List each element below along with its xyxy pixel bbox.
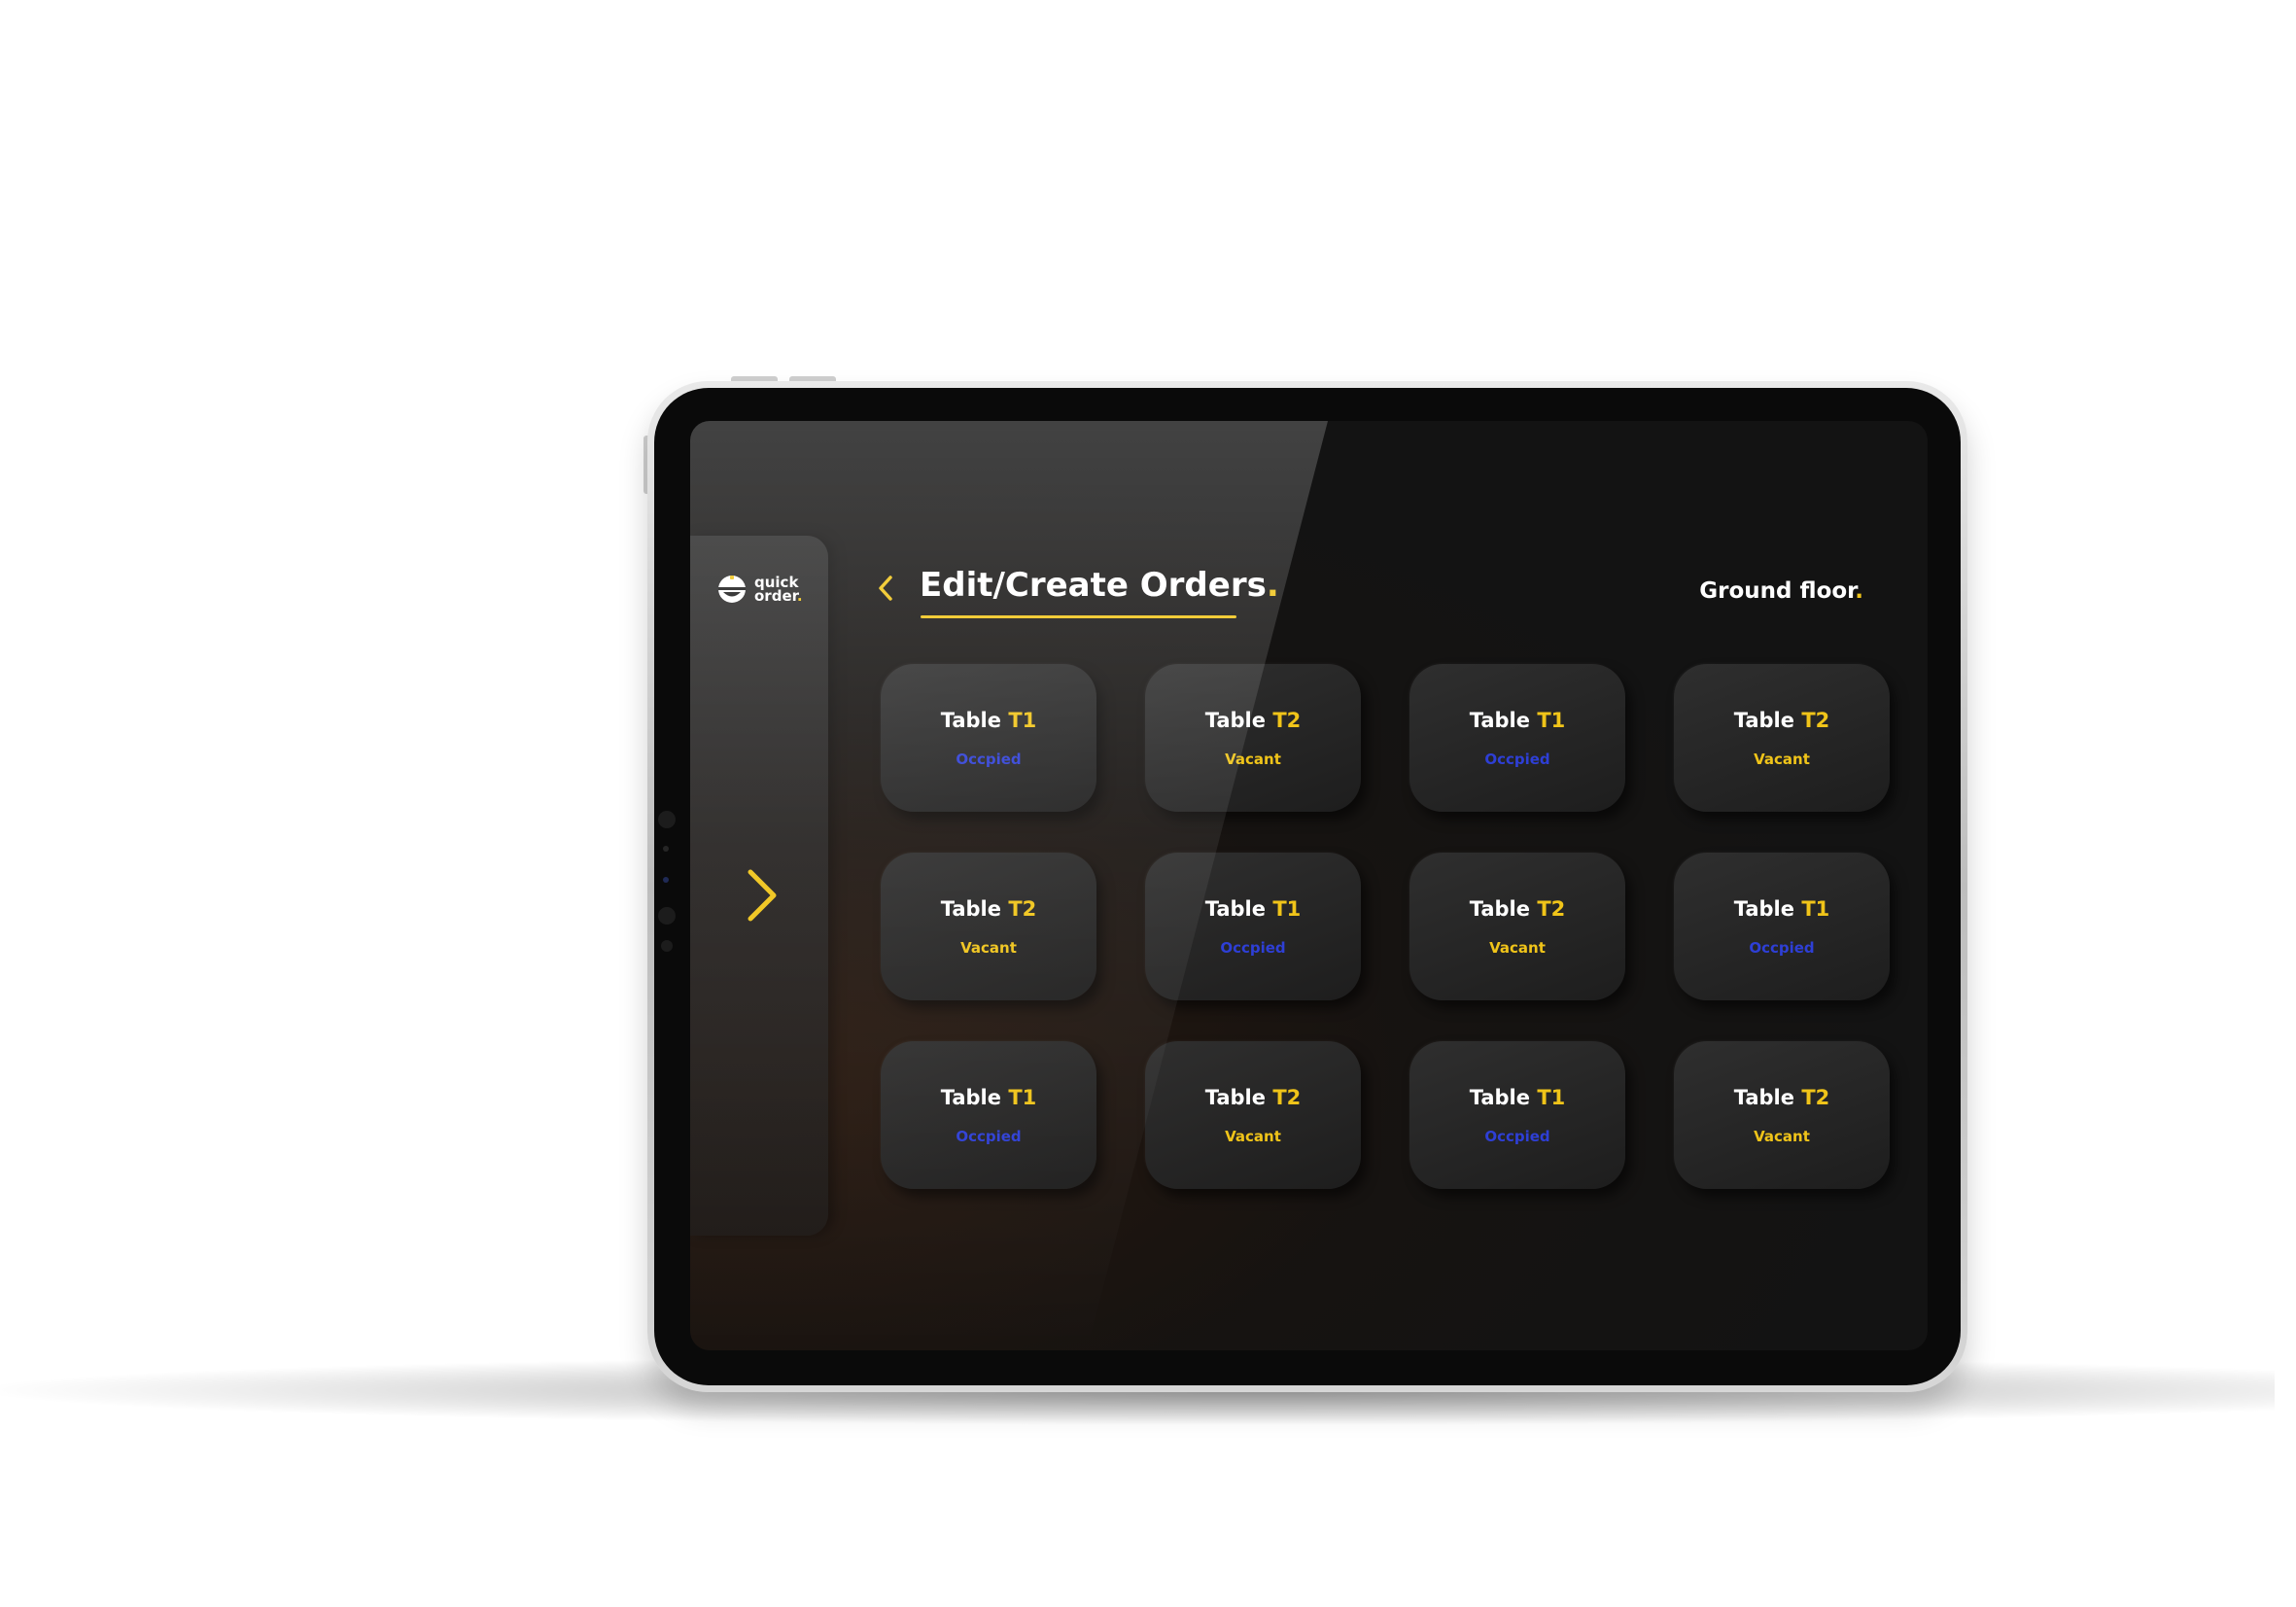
table-status: Occpied bbox=[1484, 1128, 1550, 1145]
table-card[interactable]: Table T2 Vacant bbox=[1674, 664, 1890, 812]
floor-label-text: Ground floor bbox=[1699, 578, 1856, 604]
table-name: Table T1 bbox=[1470, 1085, 1566, 1110]
sensor-icon bbox=[658, 907, 676, 925]
table-label: Table bbox=[1469, 1086, 1538, 1109]
title-underline bbox=[921, 615, 1236, 618]
table-status: Occpied bbox=[1220, 939, 1286, 957]
table-code: T2 bbox=[1801, 1086, 1830, 1109]
quick-order-logo: quick order. bbox=[717, 575, 803, 604]
logo-icon bbox=[718, 576, 746, 603]
table-code: T2 bbox=[1537, 897, 1566, 921]
table-label: Table bbox=[940, 709, 1009, 732]
table-status: Vacant bbox=[1754, 1128, 1810, 1145]
table-name: Table T1 bbox=[941, 1085, 1037, 1110]
sidebar-expand-button[interactable] bbox=[741, 866, 780, 925]
logo-dot: . bbox=[796, 587, 803, 605]
table-card[interactable]: Table T1 Occpied bbox=[1409, 664, 1625, 812]
table-card[interactable]: Table T2 Vacant bbox=[1674, 1041, 1890, 1189]
table-label: Table bbox=[1204, 897, 1273, 921]
table-label: Table bbox=[1469, 709, 1538, 732]
table-card[interactable]: Table T2 Vacant bbox=[1409, 853, 1625, 1000]
sensor-icon bbox=[663, 877, 669, 883]
table-code: T2 bbox=[1008, 897, 1037, 921]
table-status: Occpied bbox=[1749, 939, 1815, 957]
table-card[interactable]: Table T1 Occpied bbox=[881, 1041, 1096, 1189]
table-name: Table T2 bbox=[941, 896, 1037, 922]
table-code: T1 bbox=[1272, 897, 1302, 921]
table-code: T1 bbox=[1537, 709, 1566, 732]
page-title: Edit/Create Orders. bbox=[920, 565, 1279, 606]
table-name: Table T2 bbox=[1205, 708, 1302, 733]
table-name: Table T1 bbox=[1470, 708, 1566, 733]
back-button[interactable] bbox=[873, 572, 898, 605]
table-card[interactable]: Table T2 Vacant bbox=[1145, 1041, 1361, 1189]
table-label: Table bbox=[1204, 1086, 1273, 1109]
table-status: Vacant bbox=[1754, 751, 1810, 768]
table-name: Table T1 bbox=[1205, 896, 1302, 922]
table-label: Table bbox=[1733, 1086, 1802, 1109]
table-code: T1 bbox=[1801, 897, 1830, 921]
table-code: T1 bbox=[1008, 709, 1037, 732]
floor-dot: . bbox=[1855, 578, 1863, 604]
table-name: Table T2 bbox=[1734, 1085, 1830, 1110]
table-status: Vacant bbox=[1489, 939, 1546, 957]
tables-grid: Table T1 Occpied Table T2 Vacant Table T1 Occ… bbox=[881, 664, 1890, 1189]
table-card[interactable]: Table T1 Occpied bbox=[1674, 853, 1890, 1000]
table-status: Occpied bbox=[1484, 751, 1550, 768]
table-name: Table T2 bbox=[1470, 896, 1566, 922]
table-code: T2 bbox=[1272, 1086, 1302, 1109]
table-name: Table T2 bbox=[1205, 1085, 1302, 1110]
table-status: Vacant bbox=[1225, 751, 1281, 768]
table-card[interactable]: Table T1 Occpied bbox=[1145, 853, 1361, 1000]
table-code: T2 bbox=[1801, 709, 1830, 732]
table-label: Table bbox=[1204, 709, 1273, 732]
table-status: Occpied bbox=[956, 1128, 1022, 1145]
title-dot: . bbox=[1266, 566, 1279, 605]
table-name: Table T1 bbox=[941, 708, 1037, 733]
sensor-icon bbox=[661, 940, 673, 952]
table-code: T1 bbox=[1537, 1086, 1566, 1109]
sensor-icon bbox=[663, 846, 669, 852]
camera-icon bbox=[658, 811, 676, 828]
app-screen: quick order. Edit/Create Orders. Ground … bbox=[690, 421, 1928, 1350]
table-card[interactable]: Table T2 Vacant bbox=[881, 853, 1096, 1000]
sidebar: quick order. bbox=[690, 536, 828, 1236]
floor-selector[interactable]: Ground floor. bbox=[1699, 576, 1863, 606]
table-code: T1 bbox=[1008, 1086, 1037, 1109]
table-label: Table bbox=[940, 897, 1009, 921]
table-card[interactable]: Table T1 Occpied bbox=[881, 664, 1096, 812]
table-status: Vacant bbox=[1225, 1128, 1281, 1145]
table-label: Table bbox=[1469, 897, 1538, 921]
table-label: Table bbox=[1733, 709, 1802, 732]
logo-line-order: order. bbox=[754, 587, 803, 605]
table-status: Occpied bbox=[956, 751, 1022, 768]
page-title-text: Edit/Create Orders bbox=[920, 566, 1267, 605]
table-card[interactable]: Table T1 Occpied bbox=[1409, 1041, 1625, 1189]
table-name: Table T2 bbox=[1734, 708, 1830, 733]
chevron-right-icon bbox=[748, 869, 777, 922]
table-card[interactable]: Table T2 Vacant bbox=[1145, 664, 1361, 812]
table-label: Table bbox=[940, 1086, 1009, 1109]
table-code: T2 bbox=[1272, 709, 1302, 732]
logo-wordmark: quick order. bbox=[754, 576, 803, 605]
table-name: Table T1 bbox=[1734, 896, 1830, 922]
table-status: Vacant bbox=[960, 939, 1017, 957]
chevron-left-icon bbox=[879, 576, 892, 601]
table-label: Table bbox=[1733, 897, 1802, 921]
